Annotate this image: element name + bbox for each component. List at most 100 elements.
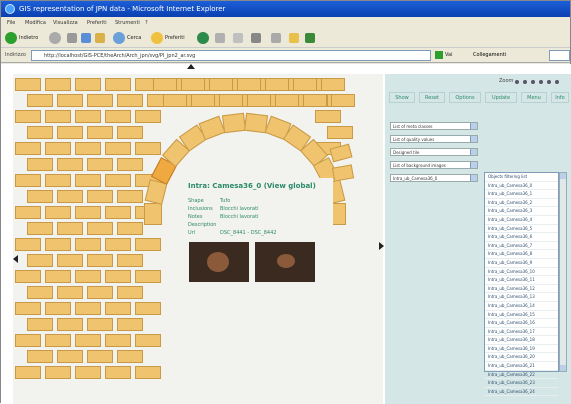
wall-stone[interactable] — [87, 254, 113, 267]
wall-stone[interactable] — [117, 318, 143, 331]
wall-stone[interactable] — [15, 78, 41, 91]
listbox-item[interactable]: Intra_ub_Camesa36_19 — [485, 345, 558, 354]
wall-stone[interactable] — [87, 350, 113, 363]
history-icon[interactable] — [215, 33, 225, 43]
chevron-down-icon[interactable] — [470, 136, 477, 142]
wall-stone[interactable] — [27, 286, 53, 299]
wall-stone[interactable] — [191, 94, 215, 107]
photo-thumbnail-2[interactable] — [255, 242, 315, 282]
zoom-level-6[interactable] — [555, 80, 559, 84]
listbox-item[interactable]: Intra_ub_Camesa36_6 — [485, 233, 558, 242]
wall-stone[interactable] — [237, 78, 261, 91]
wall-stone[interactable] — [105, 142, 131, 155]
listbox-item[interactable]: Intra_ub_Camesa36_10 — [485, 268, 558, 277]
wall-stone[interactable] — [105, 78, 131, 91]
info-title[interactable]: Intra: Camesa36_0 (View global) — [188, 182, 316, 190]
wall-stone[interactable] — [45, 302, 71, 315]
listbox-item[interactable]: Intra_ub_Camesa36_15 — [485, 311, 558, 320]
search-field[interactable] — [549, 50, 570, 61]
wall-stone[interactable] — [221, 112, 246, 133]
wall-stone[interactable] — [75, 142, 101, 155]
listbox-item[interactable]: Intra_ub_Camesa36_9 — [485, 259, 558, 268]
wall-stone[interactable] — [15, 270, 41, 283]
listbox-header[interactable]: Objects filtering list — [485, 173, 558, 182]
menu-view[interactable]: Visualizza — [53, 20, 78, 26]
wall-stone[interactable] — [117, 350, 143, 363]
listbox-item[interactable]: Intra_ub_Camesa36_0 — [485, 182, 558, 191]
wall-stone[interactable] — [15, 206, 41, 219]
listbox-item[interactable]: Intra_ub_Camesa36_3 — [485, 207, 558, 216]
listbox-item[interactable]: Intra_ub_Camesa36_20 — [485, 353, 558, 363]
wall-stone[interactable] — [27, 254, 53, 267]
mail-icon[interactable] — [233, 33, 243, 43]
listbox-item[interactable]: Intra_ub_Camesa36_8 — [485, 250, 558, 259]
wall-stone[interactable] — [105, 302, 131, 315]
wall-stone[interactable] — [27, 222, 53, 235]
wall-stone[interactable] — [105, 270, 131, 283]
wall-stone[interactable] — [293, 78, 317, 91]
wall-stone[interactable] — [117, 286, 143, 299]
photo-thumbnail-1[interactable] — [189, 242, 249, 282]
menu-file[interactable]: File — [7, 20, 15, 26]
wall-stone[interactable] — [87, 94, 113, 107]
wall-stone[interactable] — [15, 142, 41, 155]
favorites-icon[interactable] — [151, 32, 163, 44]
menu-tools[interactable]: Strumenti — [115, 20, 140, 26]
wall-stone[interactable] — [57, 190, 83, 203]
wall-stone[interactable] — [57, 94, 83, 107]
wall-stone[interactable] — [135, 110, 161, 123]
wall-stone[interactable] — [57, 318, 83, 331]
wall-stone[interactable] — [117, 190, 143, 203]
zoom-level-3[interactable] — [531, 80, 535, 84]
listbox-item[interactable]: Intra_ub_Camesa36_14 — [485, 302, 558, 311]
wall-stone[interactable] — [45, 174, 71, 187]
zoom-level-4[interactable] — [539, 80, 543, 84]
wall-stone[interactable] — [87, 126, 113, 139]
wall-stone[interactable] — [105, 366, 131, 379]
listbox-scrollbar[interactable] — [559, 172, 567, 372]
wall-stone[interactable] — [117, 126, 143, 139]
wall-stone[interactable] — [247, 94, 271, 107]
wall-stone[interactable] — [27, 158, 53, 171]
messenger-icon[interactable] — [305, 33, 315, 43]
wall-stone[interactable] — [135, 302, 161, 315]
wall-stone[interactable] — [15, 334, 41, 347]
wall-stone[interactable] — [181, 78, 205, 91]
wall-stone[interactable] — [15, 302, 41, 315]
wall-stone[interactable] — [45, 270, 71, 283]
edit-icon[interactable] — [271, 33, 281, 43]
menu-help[interactable]: ? — [145, 20, 148, 26]
wall-stone[interactable] — [45, 142, 71, 155]
tab-update[interactable]: Update — [485, 92, 517, 103]
wall-stone[interactable] — [87, 190, 113, 203]
tab-reset[interactable]: Reset — [419, 92, 445, 103]
listbox-item[interactable]: Intra_ub_Camesa36_7 — [485, 242, 558, 251]
tab-show[interactable]: Show — [389, 92, 415, 103]
wall-stone[interactable] — [87, 158, 113, 171]
wall-stone[interactable] — [135, 238, 161, 251]
wall-stone[interactable] — [57, 350, 83, 363]
wall-stone[interactable] — [57, 286, 83, 299]
object-select[interactable]: Intra_ub_Camesa36_0 — [390, 174, 478, 182]
wall-stone[interactable] — [327, 126, 353, 139]
listbox-item[interactable]: Intra_ub_Camesa36_23 — [485, 379, 558, 388]
wall-stone[interactable] — [275, 94, 299, 107]
wall-stone[interactable] — [117, 94, 143, 107]
folder-icon[interactable] — [289, 33, 299, 43]
wall-stone[interactable] — [45, 334, 71, 347]
chevron-down-icon[interactable] — [470, 162, 477, 168]
address-input[interactable]: http://localhost/GIS-PCE/theArch/Arch_jp… — [31, 50, 431, 61]
zoom-level-5[interactable] — [547, 80, 551, 84]
listbox-item[interactable]: Intra_ub_Camesa36_17 — [485, 328, 558, 337]
listbox-item[interactable]: Intra_ub_Camesa36_18 — [485, 336, 558, 345]
wall-stone[interactable] — [15, 110, 41, 123]
wall-stone[interactable] — [105, 334, 131, 347]
wall-stone[interactable] — [57, 254, 83, 267]
wall-stone[interactable] — [105, 174, 131, 187]
chevron-down-icon[interactable] — [470, 175, 477, 181]
wall-stone[interactable] — [75, 174, 101, 187]
wall-stone[interactable] — [117, 222, 143, 235]
wall-stone[interactable] — [45, 238, 71, 251]
objects-listbox[interactable]: Objects filtering list Intra_ub_Camesa36_… — [484, 172, 559, 397]
home-icon[interactable] — [95, 33, 105, 43]
